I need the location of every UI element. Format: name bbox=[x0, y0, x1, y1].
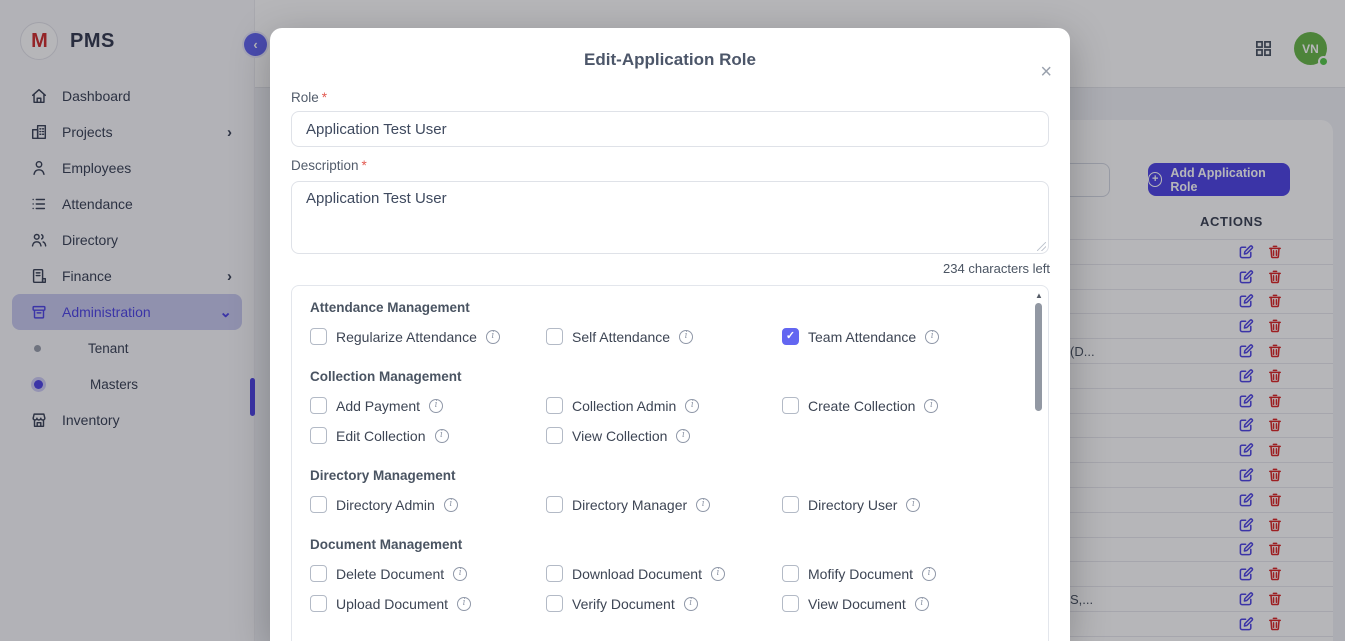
permission-item: View Collection i bbox=[546, 427, 782, 444]
permission-item: Create Collection i bbox=[782, 397, 1018, 414]
permission-item: Verify Document i bbox=[546, 595, 782, 612]
permission-label: Download Document bbox=[572, 566, 702, 582]
permission-item: Regularize Attendance i bbox=[310, 328, 546, 345]
checkbox-unchecked[interactable] bbox=[782, 496, 799, 513]
permission-item: ✓ Team Attendance i bbox=[782, 328, 1018, 345]
permission-label: Self Attendance bbox=[572, 329, 670, 345]
edit-application-role-modal: × Edit-Application Role Role* Descriptio… bbox=[270, 28, 1070, 641]
permission-label: Upload Document bbox=[336, 596, 448, 612]
permission-section-title: Document Management bbox=[310, 537, 1018, 552]
permissions-panel: Attendance Management Regularize Attendan… bbox=[291, 285, 1049, 641]
scroll-up-icon[interactable]: ▲ bbox=[1032, 291, 1046, 300]
checkbox-unchecked[interactable] bbox=[310, 496, 327, 513]
info-icon[interactable]: i bbox=[906, 498, 920, 512]
info-icon[interactable]: i bbox=[457, 597, 471, 611]
permission-section-title: Attendance Management bbox=[310, 300, 1018, 315]
permission-item: Delete Document i bbox=[310, 565, 546, 582]
characters-left-counter: 234 characters left bbox=[943, 261, 1050, 276]
info-icon[interactable]: i bbox=[453, 567, 467, 581]
permission-item: Mofify Document i bbox=[782, 565, 1018, 582]
checkbox-unchecked[interactable] bbox=[546, 565, 563, 582]
description-field-wrap: Application Test User bbox=[291, 181, 1049, 254]
info-icon[interactable]: i bbox=[922, 567, 936, 581]
permission-grid: Regularize Attendance i Self Attendance i ✓ T… bbox=[310, 328, 1018, 345]
checkbox-unchecked[interactable] bbox=[782, 565, 799, 582]
permission-section-title: Directory Management bbox=[310, 468, 1018, 483]
description-label: Description* bbox=[291, 158, 367, 173]
permission-section: Document ManagementDelete DocumentiDownl… bbox=[310, 537, 1018, 612]
info-icon[interactable]: i bbox=[925, 330, 939, 344]
permission-section: Attendance Management Regularize Attendan… bbox=[310, 300, 1018, 345]
permission-item: Edit Collection i bbox=[310, 427, 546, 444]
info-icon[interactable]: i bbox=[915, 597, 929, 611]
info-icon[interactable]: i bbox=[435, 429, 449, 443]
checkbox-unchecked[interactable] bbox=[310, 595, 327, 612]
permission-grid: Directory AdminiDirectory ManageriDirect… bbox=[310, 496, 1018, 513]
permission-item: Add Payment i bbox=[310, 397, 546, 414]
checkbox-unchecked[interactable] bbox=[546, 397, 563, 414]
role-input[interactable] bbox=[291, 111, 1049, 147]
screen: M PMS DashboardProjects›EmployeesAttenda… bbox=[0, 0, 1345, 641]
checkbox-unchecked[interactable] bbox=[310, 565, 327, 582]
required-asterisk: * bbox=[362, 158, 367, 173]
permission-label: Edit Collection bbox=[336, 428, 426, 444]
info-icon[interactable]: i bbox=[684, 597, 698, 611]
info-icon[interactable]: i bbox=[679, 330, 693, 344]
info-icon[interactable]: i bbox=[486, 330, 500, 344]
role-label: Role* bbox=[291, 90, 327, 105]
scrollbar[interactable]: ▲ ▼ bbox=[1032, 288, 1046, 641]
info-icon[interactable]: i bbox=[429, 399, 443, 413]
permission-label: Verify Document bbox=[572, 596, 675, 612]
permission-label: Directory Admin bbox=[336, 497, 435, 513]
required-asterisk: * bbox=[322, 90, 327, 105]
info-icon[interactable]: i bbox=[685, 399, 699, 413]
permission-section: Directory ManagementDirectory AdminiDire… bbox=[310, 468, 1018, 513]
permission-label: Create Collection bbox=[808, 398, 915, 414]
permission-grid: Delete DocumentiDownload DocumentiMofify… bbox=[310, 565, 1018, 612]
permission-item: Self Attendance i bbox=[546, 328, 782, 345]
checkbox-checked[interactable]: ✓ bbox=[782, 328, 799, 345]
description-input[interactable]: Application Test User bbox=[291, 181, 1049, 254]
permission-item: View Document i bbox=[782, 595, 1018, 612]
permission-item: Directory Admin i bbox=[310, 496, 546, 513]
permission-section: Collection ManagementAdd PaymentiCollect… bbox=[310, 369, 1018, 444]
description-label-text: Description bbox=[291, 158, 359, 173]
permission-label: Directory Manager bbox=[572, 497, 687, 513]
scrollbar-thumb[interactable] bbox=[1035, 303, 1042, 411]
permission-label: View Collection bbox=[572, 428, 667, 444]
permission-label: Team Attendance bbox=[808, 329, 916, 345]
checkbox-unchecked[interactable] bbox=[310, 427, 327, 444]
info-icon[interactable]: i bbox=[696, 498, 710, 512]
checkbox-unchecked[interactable] bbox=[310, 328, 327, 345]
checkbox-unchecked[interactable] bbox=[546, 496, 563, 513]
permission-label: Collection Admin bbox=[572, 398, 676, 414]
permission-label: View Document bbox=[808, 596, 906, 612]
info-icon[interactable]: i bbox=[676, 429, 690, 443]
role-label-text: Role bbox=[291, 90, 319, 105]
info-icon[interactable]: i bbox=[444, 498, 458, 512]
permission-item: Directory User i bbox=[782, 496, 1018, 513]
permission-item: Download Document i bbox=[546, 565, 782, 582]
info-icon[interactable]: i bbox=[924, 399, 938, 413]
checkbox-unchecked[interactable] bbox=[782, 595, 799, 612]
permission-label: Add Payment bbox=[336, 398, 420, 414]
permission-item: Collection Admin i bbox=[546, 397, 782, 414]
checkbox-unchecked[interactable] bbox=[782, 397, 799, 414]
checkbox-unchecked[interactable] bbox=[546, 427, 563, 444]
checkbox-unchecked[interactable] bbox=[546, 328, 563, 345]
permission-label: Regularize Attendance bbox=[336, 329, 477, 345]
info-icon[interactable]: i bbox=[711, 567, 725, 581]
modal-title: Edit-Application Role bbox=[270, 50, 1070, 70]
permission-label: Directory User bbox=[808, 497, 897, 513]
permission-section-title: Collection Management bbox=[310, 369, 1018, 384]
checkbox-unchecked[interactable] bbox=[310, 397, 327, 414]
permission-label: Mofify Document bbox=[808, 566, 913, 582]
permission-item: Directory Manager i bbox=[546, 496, 782, 513]
permission-label: Delete Document bbox=[336, 566, 444, 582]
permission-grid: Add PaymentiCollection AdminiCreate Coll… bbox=[310, 397, 1018, 444]
checkbox-unchecked[interactable] bbox=[546, 595, 563, 612]
permission-item: Upload Document i bbox=[310, 595, 546, 612]
